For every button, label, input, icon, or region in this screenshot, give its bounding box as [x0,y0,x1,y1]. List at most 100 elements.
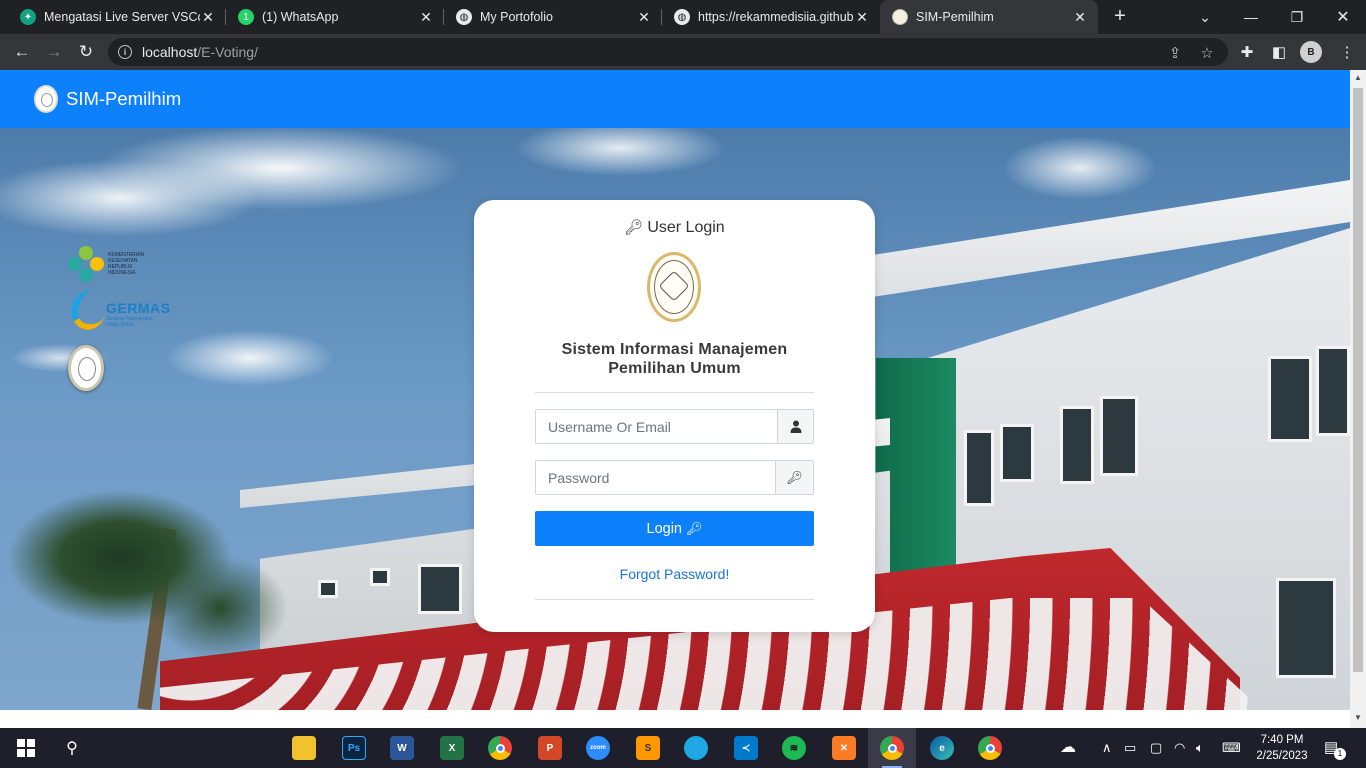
chrome-icon[interactable] [978,736,1002,760]
building-window [1316,346,1350,436]
palm-tree [0,468,300,710]
chrome-icon[interactable] [488,736,512,760]
brand-name[interactable]: SIM-Pemilhim [66,88,181,110]
minimize-button[interactable]: — [1228,0,1274,34]
vscode-icon[interactable]: ≺ [734,736,758,760]
username-input[interactable] [536,410,777,443]
close-window-button[interactable]: ✕ [1320,0,1366,34]
key-icon: 🔑︎ [624,219,644,236]
whatsapp-icon: 1 [238,9,254,25]
forgot-password-link[interactable]: Forgot Password! [474,566,875,582]
system-clock[interactable]: 7:40 PM 2/25/2023 [1254,732,1310,764]
clock-date: 2/25/2023 [1256,750,1308,762]
login-title: 🔑︎ User Login [474,218,875,237]
camera-icon[interactable]: ▢ [1150,740,1162,756]
extensions-puzzle-icon[interactable]: ✚ [1236,41,1258,63]
side-panel-icon[interactable]: ◧ [1268,41,1290,63]
url-host: localhost [142,44,198,60]
building-window [318,580,338,598]
germas-subtitle: Gerakan Masyarakat Hidup Sehat [106,316,153,328]
windows-start-icon[interactable] [14,736,38,760]
zoom-icon[interactable]: zoom [586,736,610,760]
forward-arrow-icon[interactable]: → [42,40,66,64]
address-bar[interactable]: i localhost/E-Voting/ ⇪ ☆ [108,38,1228,66]
tab-whatsapp[interactable]: 1 (1) WhatsApp ✕ [226,0,444,34]
scrollbar-thumb[interactable] [1353,88,1363,672]
word-icon[interactable]: W [390,736,414,760]
share-icon[interactable]: ⇪ [1166,44,1184,62]
globe-icon: ◍ [456,9,472,25]
restore-button[interactable]: ❐ [1274,0,1320,34]
tab-title: Mengatasi Live Server VSCode [44,10,200,24]
chevron-up-icon[interactable]: ∧ [1102,740,1112,756]
clock-time: 7:40 PM [1260,734,1304,746]
building-window [370,568,390,586]
system-name: Sistem Informasi Manajemen Pemilihan Umu… [474,340,875,378]
germas-logo: GERMAS Gerakan Masyarakat Hidup Sehat [67,286,170,334]
back-arrow-icon[interactable]: ← [10,40,34,64]
browser-toolbar: ← → ↻ i localhost/E-Voting/ ⇪ ☆ ✚ ◧ B ⋮ [0,34,1366,70]
new-tab-button[interactable]: + [1108,5,1132,29]
building-window [1276,578,1336,678]
seal-icon [892,9,908,25]
sublime-text-icon[interactable]: S [636,736,660,760]
search-icon[interactable]: ⚲ [60,736,84,760]
close-tab-icon[interactable]: ✕ [636,9,652,26]
scroll-down-arrow-icon[interactable]: ▼ [1354,714,1362,722]
reload-icon[interactable]: ↻ [74,40,98,64]
weather-icon[interactable]: ☁ [1060,737,1076,757]
tab-title: (1) WhatsApp [262,10,339,24]
bookmark-star-icon[interactable]: ☆ [1198,44,1216,62]
browser-tab-strip: ✦ Mengatasi Live Server VSCode ✕ 1 (1) W… [0,0,1366,34]
building-window [418,564,462,614]
tab-live-server[interactable]: ✦ Mengatasi Live Server VSCode ✕ [8,0,226,34]
building-window [1060,406,1094,484]
top-navbar: SIM-Pemilhim [0,70,1350,128]
building-window [1268,356,1312,442]
file-explorer-icon[interactable] [292,736,316,760]
kemenkes-text: KEMENTERIAN KESEHATAN REPUBLIK INDONESIA [108,252,145,276]
wifi-icon[interactable]: ◠ [1174,740,1185,756]
edge-icon[interactable]: e [930,736,954,760]
login-card: 🔑︎ User Login Sistem Informasi Manajemen … [474,200,875,632]
user-icon [777,410,813,443]
building-window [964,430,994,506]
xampp-icon[interactable]: ✕ [832,736,856,760]
building-window [1100,396,1138,476]
chatgpt-icon: ✦ [20,9,36,25]
tab-portofolio[interactable]: ◍ My Portofolio ✕ [444,0,662,34]
app-icon[interactable] [684,736,708,760]
key-icon: 🔑︎ [775,461,813,494]
powerpoint-icon[interactable]: P [538,736,562,760]
keyboard-icon[interactable]: ⌨ [1222,740,1241,756]
tab-search-icon[interactable]: ⌄ [1182,0,1228,34]
spotify-icon[interactable]: ≋ [782,736,806,760]
login-button-label: Login [646,520,682,537]
photoshop-icon[interactable]: Ps [342,736,366,760]
tab-title: SIM-Pemilhim [916,10,994,24]
system-name-line1: Sistem Informasi Manajemen [561,341,788,358]
password-field-group: 🔑︎ [535,460,814,495]
tab-rekammedis[interactable]: ◍ https://rekammedisiia.github.io ✕ [662,0,880,34]
page-scrollbar[interactable]: ▲ ▼ [1350,70,1366,728]
brand-seal-logo[interactable] [34,85,58,113]
notification-badge: 1 [1334,748,1346,760]
login-button[interactable]: Login 🔑︎ [535,511,814,546]
close-tab-icon[interactable]: ✕ [1072,9,1088,26]
close-tab-icon[interactable]: ✕ [418,9,434,26]
url-path: /E-Voting/ [197,44,258,60]
close-tab-icon[interactable]: ✕ [200,9,216,26]
chrome-icon[interactable] [880,736,904,760]
battery-icon[interactable]: ▭ [1124,740,1136,756]
scroll-up-arrow-icon[interactable]: ▲ [1354,74,1362,82]
excel-icon[interactable]: X [440,736,464,760]
tab-sim-pemilhim[interactable]: SIM-Pemilhim ✕ [880,0,1098,34]
menu-kebab-icon[interactable]: ⋮ [1336,41,1358,63]
close-tab-icon[interactable]: ✕ [854,9,870,26]
tab-title: https://rekammedisiia.github.io [698,10,854,24]
password-input[interactable] [536,461,775,494]
site-info-icon[interactable]: i [118,45,132,59]
profile-avatar[interactable]: B [1300,41,1322,63]
volume-icon[interactable]: 🔈︎ [1196,740,1204,756]
hero-background-photo: KEMENTERIAN KESEHATAN REPUBLIK INDONESIA… [0,128,1350,711]
